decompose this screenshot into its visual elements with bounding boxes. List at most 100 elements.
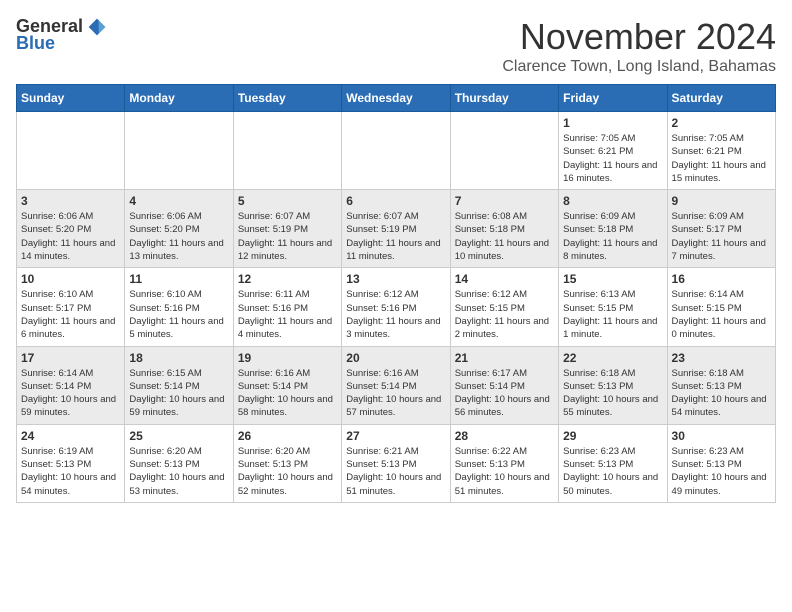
day-number: 13	[346, 272, 445, 286]
day-number: 1	[563, 116, 662, 130]
calendar-table: SundayMondayTuesdayWednesdayThursdayFrid…	[16, 84, 776, 503]
day-number: 18	[129, 351, 228, 365]
calendar-day-cell: 3 Sunrise: 6:06 AM Sunset: 5:20 PM Daylig…	[17, 190, 125, 268]
day-number: 27	[346, 429, 445, 443]
day-info: Sunrise: 6:10 AM Sunset: 5:16 PM Dayligh…	[129, 288, 228, 341]
calendar-day-cell: 10 Sunrise: 6:10 AM Sunset: 5:17 PM Dayli…	[17, 268, 125, 346]
day-number: 30	[672, 429, 771, 443]
calendar-day-cell: 22 Sunrise: 6:18 AM Sunset: 5:13 PM Dayli…	[559, 346, 667, 424]
day-info: Sunrise: 6:23 AM Sunset: 5:13 PM Dayligh…	[672, 445, 771, 498]
weekday-header-cell: Saturday	[667, 85, 775, 112]
calendar-day-cell: 14 Sunrise: 6:12 AM Sunset: 5:15 PM Dayli…	[450, 268, 558, 346]
day-number: 23	[672, 351, 771, 365]
calendar-day-cell: 19Sunrise: 6:16 AM Sunset: 5:14 PM Dayli…	[233, 346, 341, 424]
day-number: 29	[563, 429, 662, 443]
day-number: 9	[672, 194, 771, 208]
calendar-day-cell: 12 Sunrise: 6:11 AM Sunset: 5:16 PM Dayli…	[233, 268, 341, 346]
day-info: Sunrise: 6:13 AM Sunset: 5:15 PM Dayligh…	[563, 288, 662, 341]
calendar-day-cell: 6Sunrise: 6:07 AM Sunset: 5:19 PM Daylig…	[342, 190, 450, 268]
day-info: Sunrise: 6:23 AM Sunset: 5:13 PM Dayligh…	[563, 445, 662, 498]
day-number: 28	[455, 429, 554, 443]
calendar-week-row: 10 Sunrise: 6:10 AM Sunset: 5:17 PM Dayli…	[17, 268, 776, 346]
calendar-day-cell	[450, 112, 558, 190]
calendar-day-cell: 4 Sunrise: 6:06 AM Sunset: 5:20 PM Daylig…	[125, 190, 233, 268]
day-number: 10	[21, 272, 120, 286]
calendar-day-cell: 25 Sunrise: 6:20 AM Sunset: 5:13 PM Dayli…	[125, 424, 233, 502]
calendar-day-cell: 23Sunrise: 6:18 AM Sunset: 5:13 PM Dayli…	[667, 346, 775, 424]
day-number: 11	[129, 272, 228, 286]
calendar-day-cell: 11 Sunrise: 6:10 AM Sunset: 5:16 PM Dayli…	[125, 268, 233, 346]
day-number: 25	[129, 429, 228, 443]
logo: General Blue	[16, 16, 107, 54]
day-number: 4	[129, 194, 228, 208]
day-info: Sunrise: 6:14 AM Sunset: 5:14 PM Dayligh…	[21, 367, 120, 420]
day-info: Sunrise: 6:12 AM Sunset: 5:16 PM Dayligh…	[346, 288, 445, 341]
day-number: 15	[563, 272, 662, 286]
day-info: Sunrise: 6:06 AM Sunset: 5:20 PM Dayligh…	[129, 210, 228, 263]
calendar-week-row: 3 Sunrise: 6:06 AM Sunset: 5:20 PM Daylig…	[17, 190, 776, 268]
calendar-day-cell: 13 Sunrise: 6:12 AM Sunset: 5:16 PM Dayli…	[342, 268, 450, 346]
weekday-header-row: SundayMondayTuesdayWednesdayThursdayFrid…	[17, 85, 776, 112]
calendar-day-cell: 2Sunrise: 7:05 AM Sunset: 6:21 PM Daylig…	[667, 112, 775, 190]
calendar-day-cell: 15 Sunrise: 6:13 AM Sunset: 5:15 PM Dayli…	[559, 268, 667, 346]
day-info: Sunrise: 6:16 AM Sunset: 5:14 PM Dayligh…	[238, 367, 337, 420]
weekday-header-cell: Monday	[125, 85, 233, 112]
day-number: 22	[563, 351, 662, 365]
day-number: 24	[21, 429, 120, 443]
day-number: 8	[563, 194, 662, 208]
calendar-day-cell: 1Sunrise: 7:05 AM Sunset: 6:21 PM Daylig…	[559, 112, 667, 190]
day-info: Sunrise: 6:09 AM Sunset: 5:17 PM Dayligh…	[672, 210, 771, 263]
page-header: General Blue November 2024 Clarence Town…	[16, 16, 776, 76]
day-info: Sunrise: 6:17 AM Sunset: 5:14 PM Dayligh…	[455, 367, 554, 420]
day-info: Sunrise: 6:06 AM Sunset: 5:20 PM Dayligh…	[21, 210, 120, 263]
calendar-week-row: 17 Sunrise: 6:14 AM Sunset: 5:14 PM Dayli…	[17, 346, 776, 424]
weekday-header-cell: Friday	[559, 85, 667, 112]
calendar-day-cell: 26Sunrise: 6:20 AM Sunset: 5:13 PM Dayli…	[233, 424, 341, 502]
logo-blue-text: Blue	[16, 33, 55, 54]
day-number: 6	[346, 194, 445, 208]
calendar-day-cell: 9 Sunrise: 6:09 AM Sunset: 5:17 PM Daylig…	[667, 190, 775, 268]
day-number: 2	[672, 116, 771, 130]
day-number: 21	[455, 351, 554, 365]
day-info: Sunrise: 6:14 AM Sunset: 5:15 PM Dayligh…	[672, 288, 771, 341]
weekday-header-cell: Thursday	[450, 85, 558, 112]
day-info: Sunrise: 6:12 AM Sunset: 5:15 PM Dayligh…	[455, 288, 554, 341]
day-number: 12	[238, 272, 337, 286]
calendar-day-cell	[342, 112, 450, 190]
calendar-day-cell: 27Sunrise: 6:21 AM Sunset: 5:13 PM Dayli…	[342, 424, 450, 502]
month-title: November 2024	[502, 16, 776, 58]
calendar-day-cell: 7Sunrise: 6:08 AM Sunset: 5:18 PM Daylig…	[450, 190, 558, 268]
weekday-header-cell: Tuesday	[233, 85, 341, 112]
day-info: Sunrise: 6:19 AM Sunset: 5:13 PM Dayligh…	[21, 445, 120, 498]
day-info: Sunrise: 6:16 AM Sunset: 5:14 PM Dayligh…	[346, 367, 445, 420]
day-number: 16	[672, 272, 771, 286]
day-info: Sunrise: 6:09 AM Sunset: 5:18 PM Dayligh…	[563, 210, 662, 263]
calendar-day-cell: 18 Sunrise: 6:15 AM Sunset: 5:14 PM Dayli…	[125, 346, 233, 424]
calendar-day-cell	[125, 112, 233, 190]
calendar-week-row: 1Sunrise: 7:05 AM Sunset: 6:21 PM Daylig…	[17, 112, 776, 190]
day-info: Sunrise: 6:11 AM Sunset: 5:16 PM Dayligh…	[238, 288, 337, 341]
calendar-day-cell	[233, 112, 341, 190]
weekday-header-cell: Wednesday	[342, 85, 450, 112]
day-number: 5	[238, 194, 337, 208]
day-info: Sunrise: 6:20 AM Sunset: 5:13 PM Dayligh…	[238, 445, 337, 498]
day-number: 17	[21, 351, 120, 365]
day-info: Sunrise: 6:10 AM Sunset: 5:17 PM Dayligh…	[21, 288, 120, 341]
title-section: November 2024 Clarence Town, Long Island…	[502, 16, 776, 76]
day-number: 14	[455, 272, 554, 286]
calendar-day-cell: 29 Sunrise: 6:23 AM Sunset: 5:13 PM Dayli…	[559, 424, 667, 502]
day-info: Sunrise: 6:20 AM Sunset: 5:13 PM Dayligh…	[129, 445, 228, 498]
calendar-day-cell: 24 Sunrise: 6:19 AM Sunset: 5:13 PM Dayli…	[17, 424, 125, 502]
calendar-week-row: 24 Sunrise: 6:19 AM Sunset: 5:13 PM Dayli…	[17, 424, 776, 502]
day-info: Sunrise: 6:07 AM Sunset: 5:19 PM Dayligh…	[238, 210, 337, 263]
day-info: Sunrise: 6:18 AM Sunset: 5:13 PM Dayligh…	[563, 367, 662, 420]
day-number: 3	[21, 194, 120, 208]
calendar-day-cell: 17 Sunrise: 6:14 AM Sunset: 5:14 PM Dayli…	[17, 346, 125, 424]
day-number: 7	[455, 194, 554, 208]
calendar-day-cell: 8 Sunrise: 6:09 AM Sunset: 5:18 PM Daylig…	[559, 190, 667, 268]
day-info: Sunrise: 6:22 AM Sunset: 5:13 PM Dayligh…	[455, 445, 554, 498]
calendar-day-cell	[17, 112, 125, 190]
day-info: Sunrise: 6:15 AM Sunset: 5:14 PM Dayligh…	[129, 367, 228, 420]
calendar-day-cell: 5 Sunrise: 6:07 AM Sunset: 5:19 PM Daylig…	[233, 190, 341, 268]
calendar-day-cell: 21 Sunrise: 6:17 AM Sunset: 5:14 PM Dayli…	[450, 346, 558, 424]
